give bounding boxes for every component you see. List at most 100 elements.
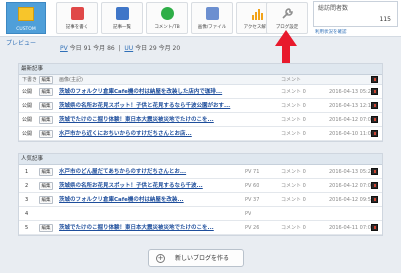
edit-button[interactable]: 編集 <box>39 168 53 176</box>
status-label: 公開 <box>22 103 33 109</box>
images-files-label: 画像/ファイル <box>197 25 227 30</box>
table-row: 1 編集 水戸市のどん屋だてあちからのすけだちさんとお... PV 71 コメン… <box>19 165 382 179</box>
article-title-link[interactable]: 茨城県の名所お花見スポット！子供と花見するなら千波... <box>59 179 239 193</box>
comment-count: コメント 0 <box>281 197 306 203</box>
article-date: 2016-04-13 12:14 <box>329 103 375 109</box>
article-title-link[interactable]: 水戸市から近くにおちいからのすけだちさんとお店... <box>59 127 274 141</box>
preview-label[interactable]: プレビュー <box>6 38 36 47</box>
table-row: 公開 編集 水戸市から近くにおちいからのすけだちさんとお店... コメント 0 … <box>19 127 382 141</box>
edit-button[interactable]: 編集 <box>39 102 53 110</box>
article-date: 2016-04-12 07:00 <box>329 117 375 123</box>
comment-count: コメント 0 <box>281 117 306 123</box>
pv-link[interactable]: PV <box>60 45 68 52</box>
edit-button[interactable]: 編集 <box>39 116 53 124</box>
edit-button[interactable]: 編集 <box>39 130 53 138</box>
comment-count: コメント 0 <box>281 89 306 95</box>
preview-tile[interactable]: CUSTOM <box>6 2 46 34</box>
col-edit-button[interactable]: 編集 <box>39 76 53 84</box>
bar-chart-icon <box>252 9 263 20</box>
rank-number: 1 <box>25 169 29 175</box>
uu-month-value: 20 <box>172 45 181 52</box>
comment-count: コメント 0 <box>281 131 306 137</box>
comments-button[interactable]: コメント/TB <box>146 2 188 34</box>
table-row: 公開 編集 茨城でたけのこ掘り体験！東日本大震災被災地でたけのこを... コメン… <box>19 113 382 127</box>
table-row: 2 編集 茨城県の名所お花見スポット！子供と花見するなら千波... PV 60 … <box>19 179 382 193</box>
article-list-button[interactable]: 記事一覧 <box>101 2 143 34</box>
write-article-label: 記事を書く <box>65 25 89 30</box>
list-icon <box>116 7 129 20</box>
comment-count: コメント 0 <box>281 103 306 109</box>
pv-month-label: 今月 <box>93 45 106 52</box>
write-article-button[interactable]: 記事を書く <box>56 2 98 34</box>
preview-tile-text: CUSTOM <box>16 27 36 32</box>
pv-month-value: 86 <box>107 45 115 52</box>
rank-number: 2 <box>25 183 29 189</box>
popular-articles-section: 人気記事 1 編集 水戸市のどん屋だてあちからのすけだちさんとお... PV 7… <box>18 153 383 236</box>
recent-articles-heading: 最新記事 <box>19 64 382 75</box>
edit-button[interactable]: 編集 <box>39 224 53 232</box>
article-thumbnail <box>371 102 378 109</box>
create-new-blog-label: 新しいブログを作る <box>175 255 230 262</box>
total-visitors-value: 115 <box>379 16 391 23</box>
pv-count: PV 26 <box>245 225 260 231</box>
uu-today-value: 29 <box>149 45 157 52</box>
total-visitors-box: 総訪問者数 115 <box>313 1 398 27</box>
article-date: 2016-04-10 11:03 <box>329 131 375 137</box>
table-row: 3 編集 茨城のフォルクリ倉庫Cafe機の村は納屋を改装... PV 37 コメ… <box>19 193 382 207</box>
comment-count: コメント 0 <box>281 183 306 189</box>
speech-bubble-icon <box>161 7 174 20</box>
plus-icon: + <box>156 254 165 263</box>
usage-link[interactable]: 利用状況を確認 <box>315 29 347 35</box>
article-thumbnail <box>371 168 378 175</box>
table-row: 4 PV <box>19 207 382 221</box>
article-title-link[interactable]: 茨城のフォルクリ倉庫Cafe機の村は納屋を改装した店内で珈琲... <box>59 85 274 99</box>
article-title-link[interactable]: 茨城のフォルクリ倉庫Cafe機の村は納屋を改装... <box>59 193 239 207</box>
edit-button[interactable]: 編集 <box>39 196 53 204</box>
status-label: 公開 <box>22 117 33 123</box>
article-title-link[interactable]: 茨城でたけのこ掘り体験！東日本大震災被災地でたけのこを... <box>59 113 274 127</box>
cube-icon <box>18 7 34 21</box>
pv-today-label: 今日 <box>69 45 82 52</box>
comment-count: コメント 0 <box>281 225 306 231</box>
edit-button[interactable]: 編集 <box>39 182 53 190</box>
pv-count: PV 60 <box>245 183 260 189</box>
article-thumbnail <box>371 196 378 203</box>
rank-number: 4 <box>25 211 29 217</box>
uu-link[interactable]: UU <box>124 45 133 52</box>
article-thumbnail <box>371 182 378 189</box>
table-row: 5 編集 茨城でたけのこ掘り体験！東日本大震災被災地でたけのこを... PV 2… <box>19 221 382 235</box>
pv-today-value: 91 <box>83 45 92 52</box>
edit-button[interactable]: 編集 <box>39 88 53 96</box>
article-title-link[interactable]: 茨城でたけのこ掘り体験！東日本大震災被災地でたけのこを... <box>59 221 239 235</box>
table-row: 公開 編集 茨城のフォルクリ倉庫Cafe機の村は納屋を改装した店内で珈琲... … <box>19 85 382 99</box>
uu-today-label: 今日 <box>135 45 148 52</box>
article-list-label: 記事一覧 <box>113 25 131 30</box>
col-title: 画像(主記) <box>59 77 83 83</box>
pencil-icon <box>71 7 84 20</box>
popular-articles-heading: 人気記事 <box>19 154 382 165</box>
article-date: 2016-04-13 05:21 <box>329 89 375 95</box>
pv-count: PV <box>245 211 252 217</box>
article-title-link[interactable]: 水戸市のどん屋だてあちからのすけだちさんとお... <box>59 165 239 179</box>
article-date: 2016-04-12 09:52 <box>329 197 375 203</box>
wrench-icon <box>282 8 293 19</box>
comment-count: コメント 0 <box>281 169 306 175</box>
article-thumbnail <box>371 88 378 95</box>
pv-count: PV 37 <box>245 197 260 203</box>
image-icon <box>206 7 219 20</box>
article-date: 2016-04-12 07:00 <box>329 183 375 189</box>
article-thumbnail <box>371 76 378 83</box>
article-thumbnail <box>371 130 378 137</box>
images-files-button[interactable]: 画像/ファイル <box>191 2 233 34</box>
recent-articles-header: 下書き 編集 画像(主記) コメント <box>19 75 382 85</box>
comments-label: コメント/TB <box>154 25 180 30</box>
total-visitors-title: 総訪問者数 <box>318 5 349 12</box>
recent-articles-section: 最新記事 下書き 編集 画像(主記) コメント 公開 編集 茨城のフォルクリ倉庫… <box>18 63 383 142</box>
status-label: 公開 <box>22 131 33 137</box>
article-title-link[interactable]: 茨城県の名所お花見スポット！子供と花見するなら千波公園がおす... <box>59 99 274 113</box>
uu-month-label: 今月 <box>158 45 171 52</box>
rank-number: 3 <box>25 197 29 203</box>
rank-number: 5 <box>25 225 29 231</box>
create-new-blog-button[interactable]: + 新しいブログを作る <box>148 249 244 267</box>
article-date: 2016-04-11 07:00 <box>329 225 375 231</box>
